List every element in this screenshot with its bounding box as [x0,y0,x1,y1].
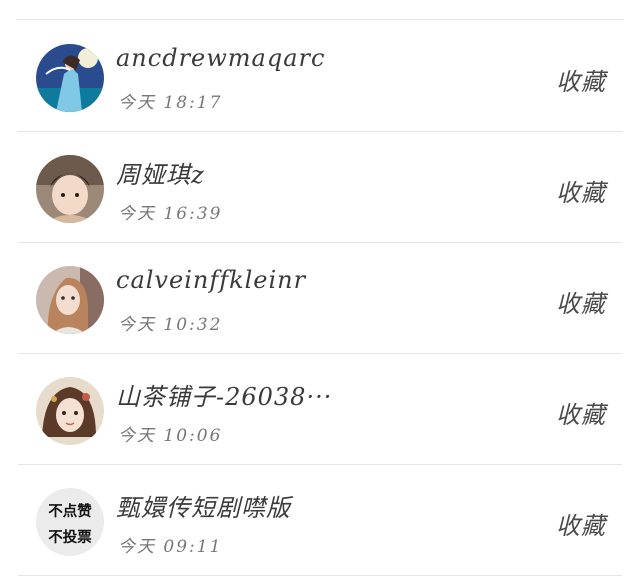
timestamp: 今天 09:11 [118,537,223,557]
list-item[interactable]: 周娅琪z 今天 16:39 收藏 [0,133,640,243]
row-divider [18,242,622,243]
avatar[interactable] [36,377,104,445]
user-name: calveinffkleinr [116,266,307,294]
row-divider [18,464,622,465]
timestamp: 今天 10:06 [118,426,223,446]
user-name: ancdrewmaqarc [116,44,326,72]
row-divider [18,131,622,132]
list-item[interactable]: 山茶铺子-26038··· 今天 10:06 收藏 [0,355,640,465]
timestamp: 今天 10:32 [118,315,223,335]
favorite-button[interactable]: 收藏 [556,284,606,319]
favorite-button[interactable]: 收藏 [556,173,606,208]
list-item[interactable]: ancdrewmaqarc 今天 18:17 收藏 [0,22,640,132]
timestamp: 今天 18:17 [118,93,223,113]
avatar[interactable] [36,155,104,223]
favorite-button[interactable]: 收藏 [556,62,606,97]
favorite-button[interactable]: 收藏 [556,395,606,430]
user-name: 山茶铺子-26038··· [116,383,333,411]
avatar[interactable]: 不点赞 不投票 [36,488,104,556]
user-name: 周娅琪z [116,161,205,189]
avatar-text: 不投票 [48,530,92,546]
top-divider [16,19,624,20]
list-item[interactable]: calveinffkleinr 今天 10:32 收藏 [0,244,640,354]
avatar[interactable] [36,44,104,112]
list-item[interactable]: 不点赞 不投票 甄嬛传短剧噤版 今天 09:11 收藏 [0,466,640,576]
avatar[interactable] [36,266,104,334]
timestamp: 今天 16:39 [118,204,223,224]
favorites-list: ancdrewmaqarc 今天 18:17 收藏 周娅琪z 今天 16:39 … [0,0,640,582]
favorite-button[interactable]: 收藏 [556,506,606,541]
row-divider [18,575,622,576]
avatar-text: 不点赞 [48,504,92,520]
user-name: 甄嬛传短剧噤版 [116,494,291,522]
row-divider [18,353,622,354]
